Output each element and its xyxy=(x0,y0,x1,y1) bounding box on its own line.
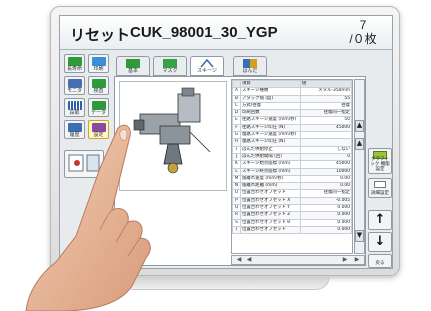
graphic-settings-button[interactable]: グラフィック 機能設定 xyxy=(368,148,392,174)
monitor-icon xyxy=(68,79,82,88)
table-row[interactable]: T 位置合わせオフセット 0.000 xyxy=(232,225,352,235)
table-row[interactable]: R 位置合わせオフセット Z 0.000 xyxy=(232,211,352,220)
board-counter: 7 /０枚 xyxy=(346,18,380,47)
machine-icon xyxy=(68,57,82,66)
counter-current: 7 xyxy=(359,18,367,32)
table-row[interactable]: B アタック角 (度) 55 xyxy=(232,94,352,103)
table-row[interactable]: O 位置合わせオフセット 往復同一指定 xyxy=(232,189,352,198)
table-vertical-scrollbar[interactable]: ▲ ▲ ▼ xyxy=(354,79,365,254)
scroll-down-button[interactable]: ▼ xyxy=(355,230,364,242)
scroll-left-small-button[interactable]: ◀ xyxy=(244,256,254,264)
move-up-button[interactable]: ↑ xyxy=(368,210,392,230)
table-row[interactable]: Q 位置合わせオフセット Y 0.000 xyxy=(232,204,352,213)
table-row[interactable]: H 復路スキージ印圧 (N) xyxy=(232,138,352,147)
menu-item-1[interactable]: 印刷 xyxy=(88,54,109,73)
scroll-right-button[interactable]: ▶ xyxy=(352,256,362,264)
menu-item-0[interactable]: 長寿命 xyxy=(64,54,85,73)
squeegee-head-image xyxy=(119,81,227,191)
settings-icon xyxy=(92,123,106,132)
table-row[interactable]: S 位置合わせオフセット θ 0.000 xyxy=(232,218,352,227)
table-row[interactable]: N 版離れ距離 (mm) 0.00 xyxy=(232,182,352,191)
touch-icon xyxy=(68,154,100,172)
left-menu: 長寿命 印刷 モニタ 検査 段取 データ 履歴 設定 xyxy=(64,54,110,194)
menu-item-7[interactable]: 設定 xyxy=(88,120,109,139)
inspection-icon xyxy=(92,79,106,88)
bar-graph-icon xyxy=(68,101,82,110)
table-row[interactable]: E 往路スキージ速度 (mm/秒) 50 xyxy=(232,116,352,125)
counter-total: /０枚 xyxy=(349,32,377,46)
tab-solder[interactable]: はんだ xyxy=(233,56,267,76)
table-row[interactable]: C 方式/往復 往復 xyxy=(232,101,352,111)
return-button[interactable]: 戻る xyxy=(368,254,392,268)
tab-basic[interactable]: 基本 xyxy=(116,56,150,76)
menu-item-4[interactable]: 段取 xyxy=(64,98,85,117)
scroll-up-small-button[interactable]: ▲ xyxy=(355,138,364,150)
monitor-stand xyxy=(120,276,330,290)
table-header-value: 値 xyxy=(300,80,352,89)
menu-item-5[interactable]: データ xyxy=(88,98,109,117)
table-row[interactable]: G 復路スキージ速度 (mm/秒) xyxy=(232,131,352,140)
title-bar: リセット CUK_98001_30_YGP 7 /０枚 xyxy=(60,16,392,50)
detail-icon xyxy=(374,181,386,188)
move-down-button[interactable]: ↓ xyxy=(368,232,392,252)
tab-mask[interactable]: マスク xyxy=(153,56,187,76)
table-header-row: 項目 値 xyxy=(232,80,352,89)
reset-button[interactable]: リセット xyxy=(70,24,130,45)
tab-squeegee[interactable]: スキージ xyxy=(190,56,224,76)
touch-screen: リセット CUK_98001_30_YGP 7 /０枚 長寿命 印刷 モニタ 検… xyxy=(59,15,393,269)
scroll-right-small-button[interactable]: ▶ xyxy=(340,256,350,264)
tab-bar: 基本 マスク スキージ はんだ xyxy=(116,56,346,76)
menu-item-6[interactable]: 履歴 xyxy=(64,120,85,139)
hand-touch-button[interactable] xyxy=(64,150,104,178)
table-row[interactable]: F 往路スキージ印圧 (N) 45000 xyxy=(232,123,352,133)
main-panel: 項目 値 A スキージ種類 メタル-350mm B アタック角 (度) 55 C 方式/往… xyxy=(114,76,366,266)
print-icon xyxy=(92,57,106,66)
scroll-left-button[interactable]: ◀ xyxy=(234,256,244,264)
parameter-table: 項目 値 A スキージ種類 メタル-350mm B アタック角 (度) 55 C 方式/往… xyxy=(231,79,353,254)
table-row[interactable]: P 位置合わせオフセット X -0.005 xyxy=(232,196,352,206)
table-row[interactable]: A スキージ種類 メタル-350mm xyxy=(232,87,352,96)
squeegee-head-illustration xyxy=(133,87,211,174)
data-icon xyxy=(92,101,106,110)
scroll-up-button[interactable]: ▲ xyxy=(355,120,364,132)
monitor-frame: リセット CUK_98001_30_YGP 7 /０枚 長寿命 印刷 モニタ 検… xyxy=(50,6,400,276)
detail-settings-button[interactable]: 詳細設定 xyxy=(368,178,392,198)
right-control-panel: グラフィック 機能設定 詳細設定 ↑ ↓ 戻る xyxy=(368,76,392,268)
table-row[interactable]: D 印刷回数 往復同一指定 xyxy=(232,109,352,118)
table-row[interactable]: K スキージ始点座標 (mm) 45000 xyxy=(232,160,352,169)
table-row[interactable]: I はんだ供給停止 しない xyxy=(232,145,352,154)
table-header-item: 項目 xyxy=(240,80,301,89)
table-row[interactable]: J はんだ供給間隔 (回) 0 xyxy=(232,152,352,162)
table-row[interactable]: L スキージ終点座標 (mm) 10000 xyxy=(232,167,352,176)
history-icon xyxy=(68,123,82,132)
menu-item-2[interactable]: モニタ xyxy=(64,76,85,95)
program-file-name: CUK_98001_30_YGP xyxy=(130,24,278,41)
menu-item-3[interactable]: 検査 xyxy=(88,76,109,95)
table-row[interactable]: M 版離れ速度 (mm/秒) 0.00 xyxy=(232,174,352,184)
table-header-id xyxy=(232,80,241,89)
table-horizontal-scrollbar[interactable]: ◀ ◀ ▶ ▶ xyxy=(231,255,365,265)
